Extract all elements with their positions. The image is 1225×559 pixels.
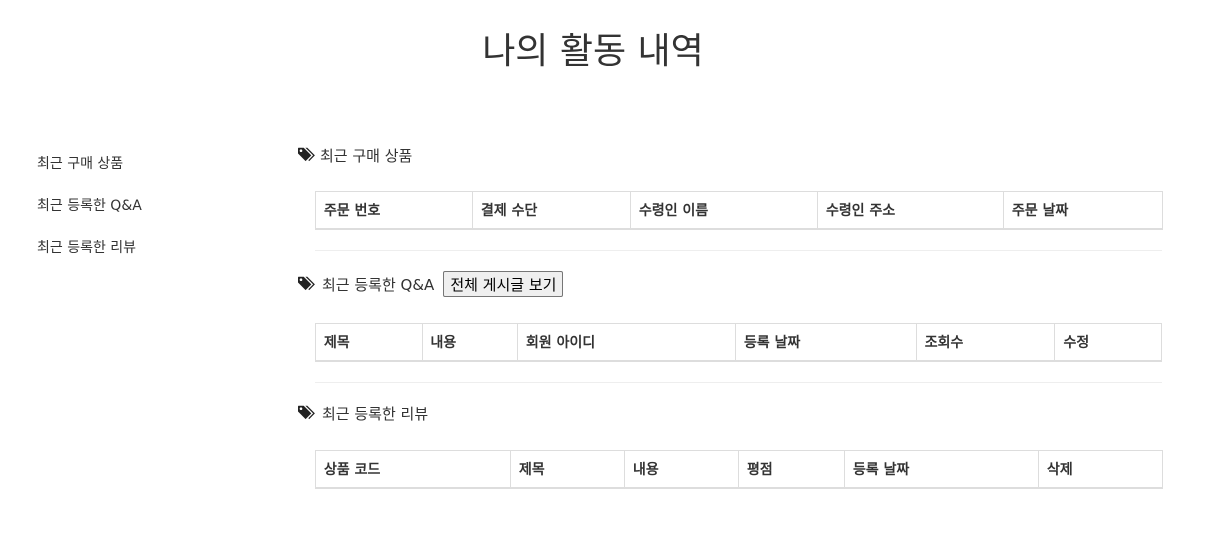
recent-reviews-section: 최근 등록한 리뷰 상품 코드 제목 내용 평점 등록 날짜 삭제	[298, 400, 1163, 489]
column-header: 회원 아이디	[516, 323, 736, 362]
column-header: 내용	[624, 450, 739, 489]
column-header: 결제 수단	[472, 191, 631, 230]
recent-qna-section: 최근 등록한 Q&A 전체 게시글 보기 제목 내용 회원 아이디 등록 날짜 …	[298, 271, 1162, 383]
column-header: 평점	[738, 450, 845, 489]
section-divider	[315, 382, 1162, 383]
tags-icon	[298, 147, 316, 163]
column-header: 등록 날짜	[734, 323, 917, 362]
column-header: 상품 코드	[315, 450, 511, 489]
section-heading: 최근 구매 상품	[298, 142, 1162, 168]
sidebar-item-recent-qna[interactable]: 최근 등록한 Q&A	[37, 194, 257, 218]
sidebar: 최근 구매 상품 최근 등록한 Q&A 최근 등록한 리뷰	[37, 152, 257, 278]
sidebar-item-recent-orders[interactable]: 최근 구매 상품	[37, 152, 257, 176]
column-header: 제목	[315, 323, 423, 362]
column-header: 수령인 이름	[630, 191, 818, 230]
page: 나의 활동 내역 최근 구매 상품 최근 등록한 Q&A 최근 등록한 리뷰 최…	[0, 0, 1225, 559]
section-heading: 최근 등록한 리뷰	[298, 400, 1162, 426]
qna-table: 제목 내용 회원 아이디 등록 날짜 조회수 수정	[315, 323, 1162, 362]
tags-icon	[298, 405, 316, 421]
table-header-row: 주문 번호 결제 수단 수령인 이름 수령인 주소 주문 날짜	[315, 191, 1163, 230]
column-header: 주문 번호	[315, 191, 473, 230]
column-header: 내용	[421, 323, 518, 362]
table-header-row: 제목 내용 회원 아이디 등록 날짜 조회수 수정	[315, 323, 1162, 362]
reviews-table: 상품 코드 제목 내용 평점 등록 날짜 삭제	[315, 450, 1163, 489]
page-title: 나의 활동 내역	[482, 31, 704, 72]
table-header-row: 상품 코드 제목 내용 평점 등록 날짜 삭제	[315, 450, 1163, 489]
sidebar-item-recent-reviews[interactable]: 최근 등록한 리뷰	[37, 236, 257, 260]
column-header: 주문 날짜	[1003, 191, 1163, 230]
column-header: 등록 날짜	[844, 450, 1039, 489]
section-heading-text: 최근 등록한 Q&A	[322, 275, 435, 294]
column-header: 조회수	[915, 323, 1056, 362]
section-heading: 최근 등록한 Q&A 전체 게시글 보기	[298, 271, 1162, 297]
column-header: 제목	[510, 450, 625, 489]
section-heading-text: 최근 등록한 리뷰	[322, 404, 429, 423]
orders-table: 주문 번호 결제 수단 수령인 이름 수령인 주소 주문 날짜	[315, 191, 1163, 230]
recent-orders-section: 최근 구매 상품 주문 번호 결제 수단 수령인 이름 수령인 주소 주문 날짜	[298, 142, 1163, 251]
column-header: 삭제	[1038, 450, 1163, 489]
section-divider	[315, 250, 1162, 251]
section-heading-text: 최근 구매 상품	[320, 146, 413, 165]
view-all-posts-button[interactable]: 전체 게시글 보기	[443, 271, 564, 297]
column-header: 수정	[1054, 323, 1162, 362]
column-header: 수령인 주소	[817, 191, 1004, 230]
tags-icon	[298, 276, 316, 292]
